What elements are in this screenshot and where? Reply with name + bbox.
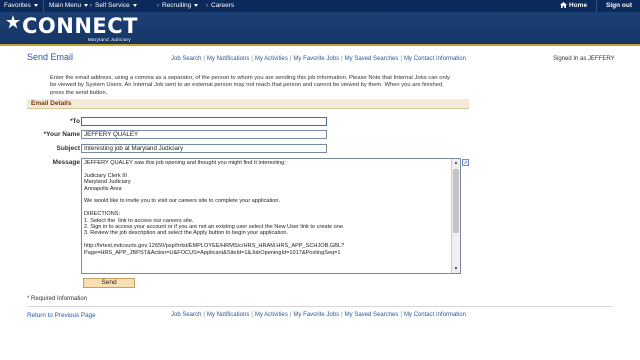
home-label: Home	[569, 2, 588, 9]
recruiting-menu[interactable]: › Recruiting	[157, 1, 199, 11]
home-icon	[560, 2, 567, 9]
scroll-up-icon[interactable]: ▲	[452, 159, 460, 167]
my-favorite-jobs-link[interactable]: My Favorite Jobs	[293, 56, 339, 62]
my-saved-searches-link[interactable]: My Saved Searches	[345, 56, 399, 62]
favorites-menu[interactable]: Favorites	[4, 1, 38, 11]
chevron-right-icon: ›	[90, 3, 92, 9]
section-title: Email Details	[31, 100, 72, 107]
self-service-menu[interactable]: › Self Service	[90, 1, 137, 11]
your-name-label: *Your Name	[43, 131, 80, 138]
my-notifications-link[interactable]: My Notifications	[207, 312, 249, 318]
chevron-right-icon: ›	[206, 3, 208, 9]
my-activities-link[interactable]: My Activities	[255, 312, 288, 318]
message-scrollbar[interactable]: ▲ ▼	[451, 159, 460, 273]
career-links-top: Job Search | My Notifications | My Activitie…	[171, 56, 466, 62]
your-name-field[interactable]: JEFFERY QUALEY	[81, 130, 327, 139]
my-contact-info-link[interactable]: My Contact Information	[404, 312, 466, 318]
instructions-text: Enter the email address, using a comma a…	[50, 75, 450, 96]
career-links-bottom: Job Search | My Notifications | My Activitie…	[171, 312, 466, 318]
connect-logo: CONNECT	[22, 14, 138, 38]
connect-banner: CONNECT Maryland Judiciary	[0, 12, 640, 44]
favorites-label: Favorites	[4, 2, 31, 9]
main-menu-label: Main Menu	[49, 2, 82, 9]
my-contact-info-link[interactable]: My Contact Information	[404, 56, 466, 62]
job-search-link[interactable]: Job Search	[171, 56, 201, 62]
to-field[interactable]	[81, 117, 327, 126]
self-service-label: Self Service	[95, 2, 130, 9]
message-text: JEFFERY QUALEY saw this job opening and …	[84, 160, 345, 256]
star-logo-icon	[6, 15, 20, 29]
to-label: *To	[70, 118, 80, 125]
dropdown-arrow-icon	[132, 3, 137, 7]
home-link[interactable]: Home	[560, 1, 587, 11]
careers-label: Careers	[211, 2, 235, 9]
scroll-thumb[interactable]	[453, 169, 459, 233]
chevron-right-icon: ›	[157, 3, 159, 9]
sign-out-link[interactable]: Sign out	[606, 1, 632, 11]
dropdown-arrow-icon	[194, 3, 199, 7]
nav-divider	[43, 0, 44, 12]
logo-subtitle: Maryland Judiciary	[88, 37, 131, 42]
required-note: * Required Information	[27, 296, 88, 302]
my-activities-link[interactable]: My Activities	[255, 56, 288, 62]
message-label: Message	[52, 159, 80, 166]
careers-breadcrumb[interactable]: › Careers	[206, 1, 234, 11]
my-favorite-jobs-link[interactable]: My Favorite Jobs	[293, 312, 339, 318]
subject-label: Subject	[56, 145, 80, 152]
send-button[interactable]: Send	[83, 278, 135, 288]
top-nav-bar: Favorites Main Menu › Self Service › Recru…	[0, 0, 640, 12]
message-textarea[interactable]: JEFFERY QUALEY saw this job opening and …	[81, 158, 461, 274]
page-title: Send Email	[27, 52, 74, 62]
my-notifications-link[interactable]: My Notifications	[207, 56, 249, 62]
dropdown-arrow-icon	[33, 3, 38, 7]
banner-divider	[0, 44, 640, 46]
email-details-header: Email Details	[27, 99, 469, 109]
dropdown-arrow-icon	[84, 3, 89, 7]
signed-in-status: Signed In as JEFFERY	[553, 56, 615, 62]
recruiting-label: Recruiting	[162, 2, 192, 9]
subject-field[interactable]: Interesting job at Maryland Judiciary	[81, 144, 327, 153]
expand-field-icon[interactable]: ↗	[462, 159, 469, 166]
scroll-down-icon[interactable]: ▼	[452, 265, 460, 273]
my-saved-searches-link[interactable]: My Saved Searches	[345, 312, 399, 318]
return-previous-link[interactable]: Return to Previous Page	[27, 312, 96, 319]
footer-divider	[27, 306, 613, 307]
main-menu[interactable]: Main Menu	[49, 1, 89, 11]
job-search-link[interactable]: Job Search	[171, 312, 201, 318]
nav-divider	[596, 0, 597, 12]
